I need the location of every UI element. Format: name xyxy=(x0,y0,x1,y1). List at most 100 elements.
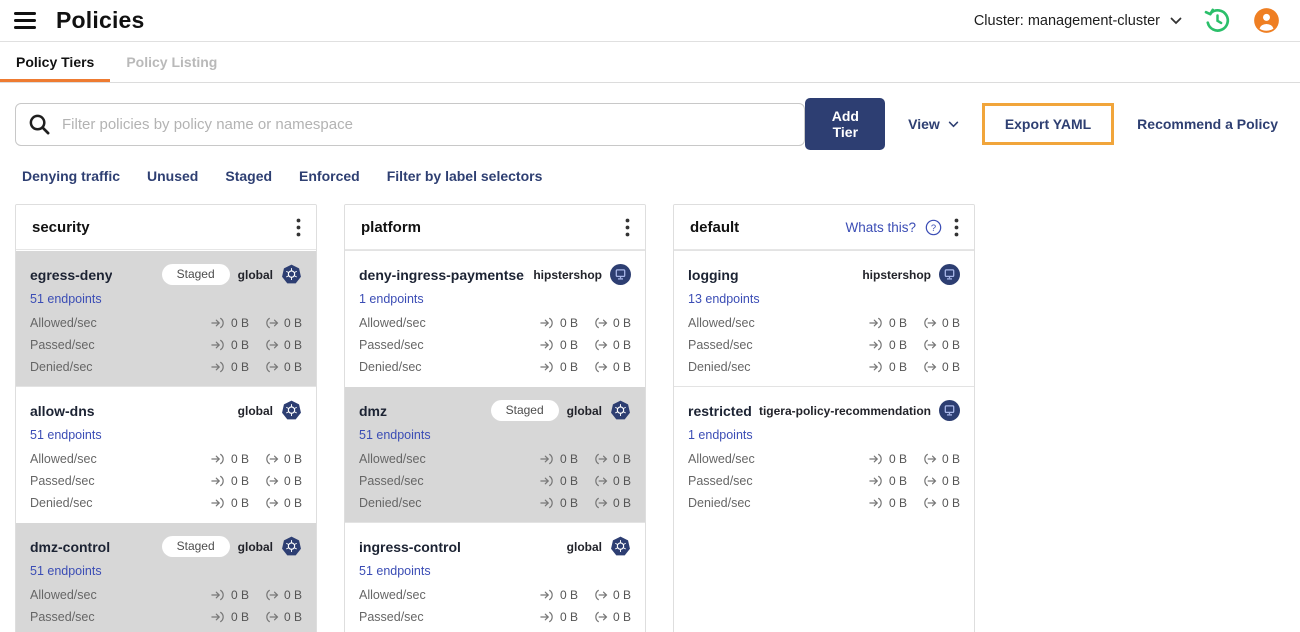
endpoints-link[interactable]: 51 endpoints xyxy=(359,564,431,578)
endpoints-link[interactable]: 51 endpoints xyxy=(30,428,102,442)
ingress-value: 0 B xyxy=(888,474,907,488)
egress-value: 0 B xyxy=(612,474,631,488)
view-dropdown[interactable]: View xyxy=(908,116,959,132)
stat-row: Allowed/sec 0 B 0 B xyxy=(359,584,631,606)
policy-card[interactable]: egress-deny Staged global 51 endpoints Allow… xyxy=(16,250,316,386)
ingress-value: 0 B xyxy=(230,588,249,602)
whats-this-link[interactable]: Whats this? xyxy=(845,220,916,235)
ingress-icon xyxy=(211,497,224,509)
policy-card[interactable]: restricted tigera-policy-recommendation 1 … xyxy=(674,386,974,522)
policy-filter-input[interactable] xyxy=(15,102,806,146)
stat-values: 0 B 0 B xyxy=(210,360,302,374)
egress-icon xyxy=(266,611,279,623)
ingress-icon xyxy=(211,317,224,329)
policy-card[interactable]: dmz-control Staged global 51 endpoints Allow… xyxy=(16,522,316,632)
egress-stat: 0 B xyxy=(921,338,960,352)
egress-stat: 0 B xyxy=(263,588,302,602)
kubernetes-icon xyxy=(611,536,630,556)
endpoints-link[interactable]: 13 endpoints xyxy=(688,292,760,306)
endpoints-link[interactable]: 51 endpoints xyxy=(30,292,102,306)
ingress-icon xyxy=(540,611,553,623)
policy-card[interactable]: allow-dns global 51 endpoints Allowed/sec 0 … xyxy=(16,386,316,522)
scope-label: global xyxy=(237,267,273,282)
history-icon[interactable] xyxy=(1204,7,1231,34)
tab-policy-tiers[interactable]: Policy Tiers xyxy=(0,42,111,82)
tier-header-actions: Whats this?? xyxy=(845,218,962,237)
endpoints-link[interactable]: 51 endpoints xyxy=(359,428,431,442)
kubernetes-icon xyxy=(281,264,302,285)
chevron-down-icon xyxy=(948,121,959,127)
kubernetes-icon xyxy=(611,400,630,420)
export-yaml-button[interactable]: Export YAML xyxy=(981,103,1115,145)
filter-denying-traffic[interactable]: Denying traffic xyxy=(22,168,120,184)
ingress-icon xyxy=(869,339,882,351)
stat-label: Passed/sec xyxy=(30,610,95,624)
policy-card[interactable]: ingress-control global 51 endpoints Allowed… xyxy=(345,522,645,632)
tab-bar: Policy Tiers Policy Listing xyxy=(0,42,1300,83)
stat-row: Allowed/sec 0 B 0 B xyxy=(30,312,302,334)
stat-row: Passed/sec 0 B 0 B xyxy=(30,606,302,628)
stat-label: Allowed/sec xyxy=(688,316,755,330)
ingress-stat: 0 B xyxy=(210,610,249,624)
stat-row: Passed/sec 0 B 0 B xyxy=(688,334,960,356)
ingress-icon xyxy=(869,453,882,465)
add-tier-button[interactable]: Add Tier xyxy=(805,98,886,150)
stat-label: Denied/sec xyxy=(688,360,751,374)
ingress-icon xyxy=(211,611,224,623)
policy-card[interactable]: dmz Staged global 51 endpoints Allowed/sec 0 … xyxy=(345,386,645,522)
egress-icon xyxy=(924,317,937,329)
egress-value: 0 B xyxy=(941,452,960,466)
ingress-value: 0 B xyxy=(559,360,578,374)
policy-card[interactable]: logging hipstershop 13 endpoints Allowed/se… xyxy=(674,250,974,386)
ingress-value: 0 B xyxy=(559,474,578,488)
policy-card[interactable]: deny-ingress-paymentservi… hipstershop 1 e… xyxy=(345,250,645,386)
ingress-value: 0 B xyxy=(230,360,249,374)
egress-icon xyxy=(595,339,608,351)
stat-label: Denied/sec xyxy=(30,496,93,510)
egress-stat: 0 B xyxy=(592,360,631,374)
stat-row: Denied/sec0 B0 B xyxy=(30,492,302,514)
filter-unused[interactable]: Unused xyxy=(147,168,198,184)
avatar[interactable] xyxy=(1253,7,1280,34)
tier-menu-button[interactable] xyxy=(293,218,304,237)
egress-stat: 0 B xyxy=(263,452,302,466)
endpoints-link[interactable]: 51 endpoints xyxy=(30,564,102,578)
egress-stat: 0 B xyxy=(592,452,631,466)
egress-value: 0 B xyxy=(941,338,960,352)
namespace-icon xyxy=(939,400,960,421)
stat-label: Passed/sec xyxy=(359,338,424,352)
kebab-menu-icon xyxy=(296,218,301,236)
help-icon[interactable]: ? xyxy=(925,219,942,236)
tier-menu-button[interactable] xyxy=(622,218,633,237)
recommend-policy-button[interactable]: Recommend a Policy xyxy=(1137,116,1278,132)
filter-by-label-selectors[interactable]: Filter by label selectors xyxy=(387,168,543,184)
ingress-stat: 0 B xyxy=(210,316,249,330)
tier-menu-button[interactable] xyxy=(951,218,962,237)
egress-value: 0 B xyxy=(941,474,960,488)
ingress-value: 0 B xyxy=(230,496,249,510)
egress-icon xyxy=(924,453,937,465)
filter-staged[interactable]: Staged xyxy=(225,168,272,184)
policy-card-header: logging hipstershop xyxy=(688,264,960,285)
stat-label: Allowed/sec xyxy=(30,452,97,466)
tier-column-default: default Whats this?? logging hipstershop 13 … xyxy=(673,204,975,632)
egress-value: 0 B xyxy=(283,588,302,602)
stat-label: Allowed/sec xyxy=(359,588,426,602)
egress-value: 0 B xyxy=(283,452,302,466)
stat-row: Allowed/sec 0 B 0 B xyxy=(359,448,631,470)
endpoints-link[interactable]: 1 endpoints xyxy=(688,428,753,442)
stat-row: Denied/sec0 B0 B xyxy=(30,628,302,632)
ingress-icon xyxy=(540,361,553,373)
cluster-selector[interactable]: Cluster: management-cluster xyxy=(974,13,1182,29)
egress-value: 0 B xyxy=(941,496,960,510)
ingress-value: 0 B xyxy=(559,588,578,602)
tab-policy-listing[interactable]: Policy Listing xyxy=(110,42,233,82)
stat-label: Passed/sec xyxy=(30,474,95,488)
tier-name: platform xyxy=(361,218,421,236)
kubernetes-icon xyxy=(282,536,301,556)
endpoints-link[interactable]: 1 endpoints xyxy=(359,292,424,306)
hamburger-menu-icon[interactable] xyxy=(14,12,36,29)
stat-values: 0 B 0 B xyxy=(539,316,631,330)
stat-row: Allowed/sec 0 B 0 B xyxy=(30,584,302,606)
filter-enforced[interactable]: Enforced xyxy=(299,168,360,184)
